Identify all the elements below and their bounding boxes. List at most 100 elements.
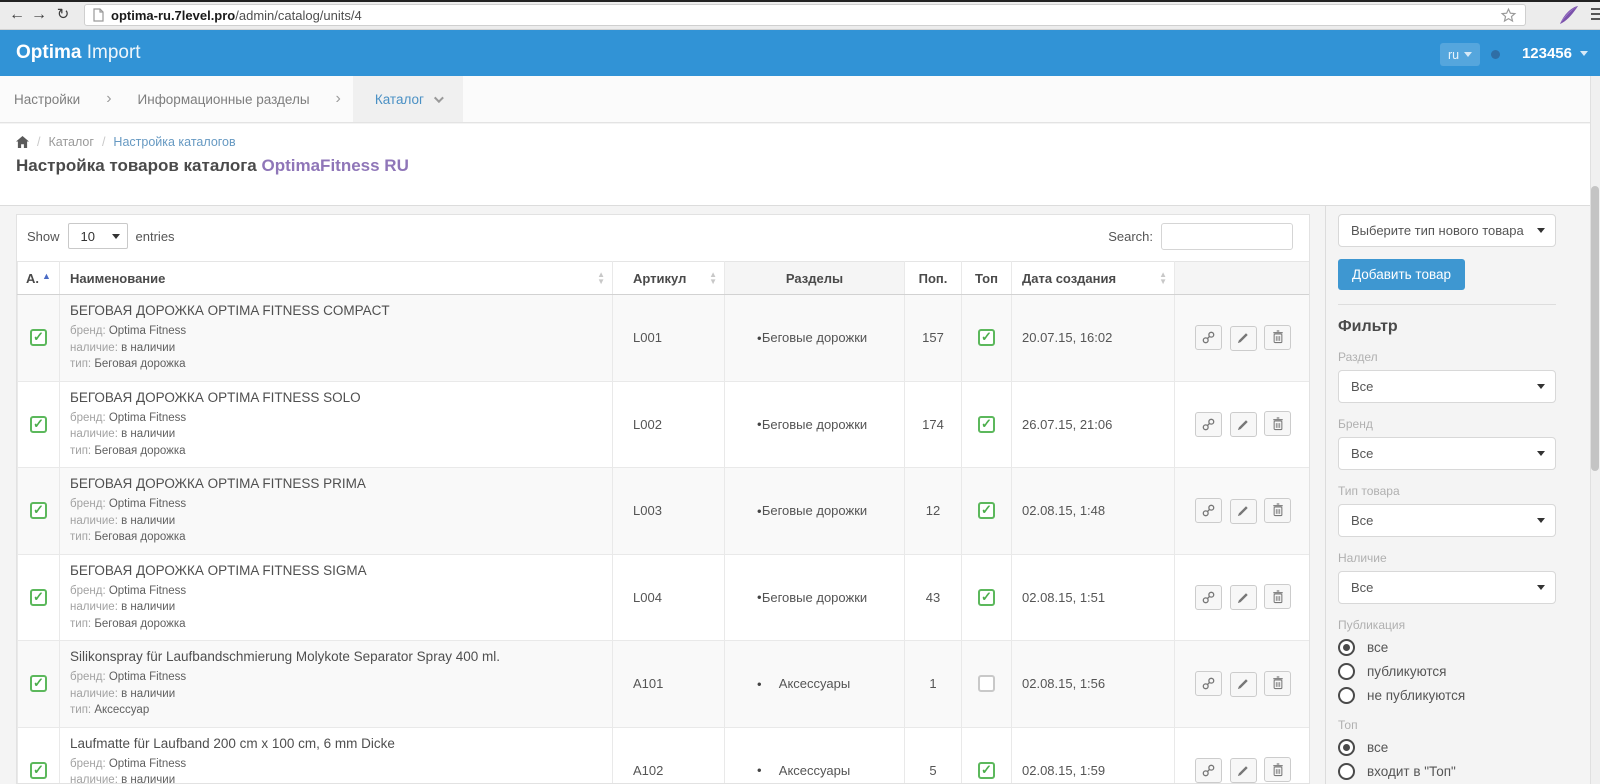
filter-availability-select[interactable]: Все [1338, 571, 1556, 604]
top-checkbox[interactable] [978, 588, 995, 606]
table-header-row: A. ▲ Наименование ▲ ▼ Артикул ▲ ▼ Разделы Поп… [17, 261, 1309, 295]
top-checkbox[interactable] [978, 675, 995, 693]
reload-button[interactable]: ↻ [52, 3, 74, 27]
top-checkbox[interactable] [978, 415, 995, 433]
top-cell [961, 380, 1012, 468]
breadcrumb-catalog[interactable]: Каталог [48, 135, 93, 149]
col-header-sku[interactable]: Артикул ▲ ▼ [612, 261, 725, 295]
language-selector[interactable]: ru [1440, 43, 1481, 66]
screen: ← → ↻ optima-ru.7level.pro/admin/catalog… [0, 0, 1600, 784]
delete-button[interactable] [1264, 324, 1292, 350]
catalog-name: OptimaFitness RU [261, 156, 409, 175]
delete-button[interactable] [1264, 497, 1292, 523]
product-name: БЕГОВАЯ ДОРОЖКА OPTIMA FITNESS SIGMA [70, 562, 367, 578]
sort-icon: ▲ ▼ [709, 270, 717, 286]
browser-menu-icon[interactable] [1591, 8, 1600, 23]
chevron-down-icon [1537, 228, 1545, 233]
link-button[interactable] [1194, 584, 1222, 610]
filter-product-type-select[interactable]: Все [1338, 504, 1556, 537]
product-availability: наличие: в наличии [70, 514, 176, 527]
radio-publication-unpublished[interactable]: не публикуются [1338, 687, 1578, 704]
edit-button[interactable] [1229, 412, 1257, 438]
col-header-top: Топ [961, 261, 1012, 295]
edit-button[interactable] [1229, 671, 1257, 697]
delete-button[interactable] [1264, 411, 1292, 437]
link-icon [1202, 591, 1215, 604]
radio-icon [1338, 763, 1355, 780]
entries-select[interactable]: 10 [67, 223, 128, 249]
radio-icon [1338, 687, 1355, 704]
link-button[interactable] [1194, 757, 1222, 783]
edit-button[interactable] [1229, 758, 1257, 783]
top-checkbox[interactable] [978, 329, 995, 347]
link-button[interactable] [1194, 325, 1222, 351]
trash-icon [1272, 676, 1283, 690]
divider [1338, 304, 1556, 305]
chevron-down-icon [1537, 451, 1545, 456]
link-button[interactable] [1194, 498, 1222, 524]
delete-button[interactable] [1264, 757, 1292, 783]
link-button[interactable] [1194, 411, 1222, 437]
created-cell: 02.08.15, 1:51 [1011, 553, 1175, 641]
row-checkbox[interactable] [30, 588, 47, 606]
row-checkbox[interactable] [30, 675, 47, 693]
sku-cell: L002 [612, 380, 725, 468]
radio-publication-published[interactable]: публикуются [1338, 663, 1578, 680]
nav-separator: › [106, 90, 112, 107]
product-type: тип: Беговая дорожка [70, 531, 186, 543]
chevron-down-icon [1537, 585, 1545, 590]
popularity-cell: 174 [904, 380, 962, 468]
link-icon [1202, 764, 1215, 777]
row-checkbox[interactable] [30, 329, 47, 347]
address-bar[interactable]: optima-ru.7level.pro/admin/catalog/units… [84, 4, 1526, 26]
product-availability: наличие: в наличии [70, 601, 176, 613]
new-product-type-select[interactable]: Выберите тип нового товара [1338, 214, 1556, 247]
edit-button[interactable] [1229, 585, 1257, 611]
row-checkbox[interactable] [30, 502, 47, 520]
table-controls: Show 10 entries Search: [17, 215, 1309, 259]
home-icon[interactable] [16, 136, 29, 148]
nav-separator: › [335, 90, 341, 107]
radio-label: все [1367, 640, 1389, 655]
filter-label-top: Топ [1338, 718, 1358, 732]
delete-button[interactable] [1264, 670, 1292, 696]
edit-button[interactable] [1229, 498, 1257, 524]
col-header-name[interactable]: Наименование ▲ ▼ [59, 261, 613, 295]
radio-top-all[interactable]: все [1338, 739, 1578, 756]
radio-publication-all[interactable]: все [1338, 639, 1578, 656]
add-product-button[interactable]: Добавить товар [1338, 259, 1465, 290]
sku-cell: A102 [612, 726, 725, 783]
link-button[interactable] [1194, 671, 1222, 697]
col-header-created[interactable]: Дата создания ▲ ▼ [1011, 261, 1175, 295]
row-checkbox[interactable] [30, 761, 47, 779]
search-input[interactable] [1161, 223, 1293, 250]
edit-button[interactable] [1229, 325, 1257, 351]
forward-button[interactable]: → [28, 3, 50, 27]
product-type: тип: Беговая дорожка [70, 358, 186, 370]
delete-button[interactable] [1264, 584, 1292, 610]
filter-brand-select[interactable]: Все [1338, 437, 1556, 470]
top-checkbox[interactable] [978, 761, 995, 779]
col-header-check[interactable]: A. ▲ [17, 261, 60, 295]
app-logo[interactable]: Optima Import [16, 30, 141, 76]
link-icon [1202, 677, 1215, 690]
nav-item-catalog[interactable]: Каталог [352, 76, 463, 122]
link-icon [1202, 331, 1215, 344]
breadcrumb-current[interactable]: Настройка каталогов [113, 135, 235, 149]
filter-label-section: Раздел [1338, 350, 1378, 364]
user-menu[interactable]: 123456 [1522, 30, 1588, 76]
page-icon [93, 8, 104, 22]
radio-top-in[interactable]: входит в "Топ" [1338, 763, 1578, 780]
entries-label: entries [135, 228, 175, 244]
nav-item-info-sections[interactable]: Информационные разделы [124, 76, 324, 122]
filter-section-select[interactable]: Все [1338, 370, 1556, 403]
bookmark-star-icon[interactable] [1500, 7, 1517, 24]
sku-cell: L001 [612, 294, 725, 382]
row-checkbox[interactable] [30, 415, 47, 433]
extension-feather-icon[interactable] [1558, 5, 1580, 26]
nav-item-settings[interactable]: Настройки [0, 76, 94, 122]
top-checkbox[interactable] [978, 502, 995, 520]
scrollbar-thumb[interactable] [1591, 186, 1599, 471]
scrollbar-track[interactable] [1590, 76, 1600, 784]
back-button[interactable]: ← [6, 3, 28, 27]
